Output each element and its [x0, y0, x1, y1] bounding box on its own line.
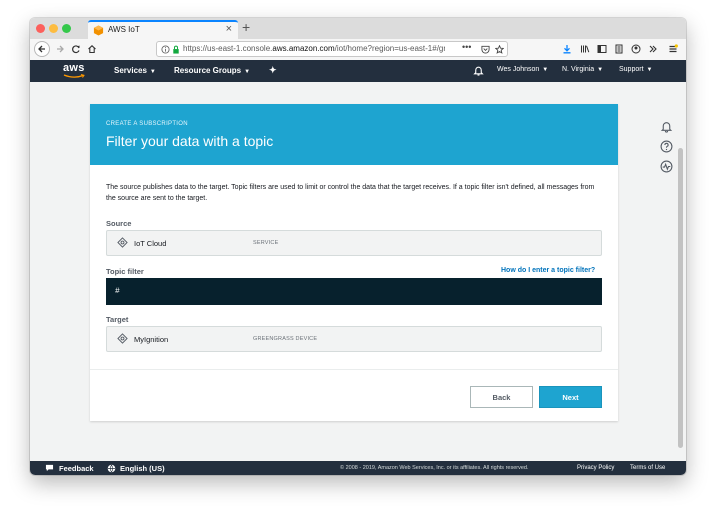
tab-close-icon[interactable]: ×: [226, 23, 232, 35]
address-bar[interactable]: https://us-east-1.console.aws.amazon.com…: [156, 41, 508, 57]
services-menu[interactable]: Services ▼: [114, 66, 156, 75]
aws-smile-icon: [63, 74, 85, 78]
account-icon[interactable]: [629, 42, 643, 56]
support-menu[interactable]: Support ▼: [619, 66, 652, 73]
back-button[interactable]: Back: [470, 386, 533, 408]
description-text: The source publishes data to the target.…: [106, 184, 595, 202]
bookmark-star-icon[interactable]: [495, 45, 504, 54]
aws-logo[interactable]: aws: [63, 62, 85, 78]
privacy-policy-link[interactable]: Privacy Policy: [577, 465, 614, 471]
region-menu[interactable]: N. Virginia ▼: [562, 66, 603, 73]
download-icon[interactable]: [560, 42, 574, 56]
page-title: Filter your data with a topic: [106, 133, 274, 149]
copyright-text: © 2008 - 2019, Amazon Web Services, Inc.…: [340, 465, 529, 471]
source-field[interactable]: IoT Cloud SERVICE: [106, 230, 602, 256]
greengrass-device-icon: [117, 333, 128, 344]
create-subscription-panel: CREATE A SUBSCRIPTION Filter your data w…: [90, 104, 618, 421]
resource-groups-menu[interactable]: Resource Groups ▼: [174, 66, 250, 75]
cloud-service-icon: [117, 237, 128, 248]
reload-icon[interactable]: [68, 41, 84, 57]
language-selector[interactable]: English (US): [120, 464, 165, 473]
browser-toolbar: https://us-east-1.console.aws.amazon.com…: [30, 39, 686, 61]
header-eyebrow: CREATE A SUBSCRIPTION: [106, 121, 188, 127]
help-icon[interactable]: [660, 140, 673, 153]
pocket-icon[interactable]: [481, 45, 490, 54]
main-content: CREATE A SUBSCRIPTION Filter your data w…: [30, 82, 686, 461]
target-field[interactable]: MyIgnition GREENGRASS DEVICE: [106, 326, 602, 352]
console-footer: Feedback English (US) © 2008 - 2019, Ama…: [30, 461, 686, 475]
topic-filter-help-link[interactable]: How do I enter a topic filter?: [501, 267, 595, 274]
tab-title: AWS IoT: [108, 25, 140, 34]
reader-list-icon[interactable]: [612, 42, 626, 56]
chevron-down-icon: ▼: [149, 69, 156, 75]
source-type: SERVICE: [253, 240, 279, 246]
terms-of-use-link[interactable]: Terms of Use: [630, 465, 665, 471]
new-tab-icon[interactable]: +: [242, 19, 250, 35]
scrollbar[interactable]: [678, 148, 683, 448]
close-window-icon[interactable]: [36, 24, 45, 33]
feedback-link[interactable]: Feedback: [59, 464, 94, 473]
menu-icon[interactable]: [666, 42, 680, 56]
overflow-chevron-icon[interactable]: [646, 42, 660, 56]
activity-icon[interactable]: [660, 160, 673, 173]
browser-window: AWS IoT × + https://us-east-1.console.aw…: [30, 18, 686, 475]
url-text: https://us-east-1.console.aws.amazon.com…: [183, 44, 445, 53]
chevron-down-icon: ▼: [244, 69, 251, 75]
target-type: GREENGRASS DEVICE: [253, 336, 318, 342]
panel-divider: [90, 369, 618, 370]
source-name: IoT Cloud: [134, 239, 167, 248]
lock-icon[interactable]: [172, 45, 180, 54]
sidebar-icon[interactable]: [595, 42, 609, 56]
library-icon[interactable]: [578, 42, 592, 56]
back-icon[interactable]: [34, 41, 50, 57]
tab-bar: AWS IoT × +: [30, 18, 686, 39]
chevron-down-icon: ▼: [597, 67, 604, 73]
panel-header: CREATE A SUBSCRIPTION Filter your data w…: [90, 104, 618, 165]
topic-filter-input[interactable]: #: [106, 278, 602, 305]
home-icon[interactable]: [84, 41, 100, 57]
chevron-down-icon: ▼: [646, 67, 653, 73]
minimize-window-icon[interactable]: [49, 24, 58, 33]
next-button[interactable]: Next: [539, 386, 602, 408]
source-label: Source: [106, 219, 132, 228]
pin-icon[interactable]: ✦: [269, 65, 277, 76]
target-label: Target: [106, 315, 129, 324]
globe-icon[interactable]: [107, 464, 116, 473]
notifications-side-icon[interactable]: [660, 120, 673, 133]
chevron-down-icon: ▼: [542, 67, 549, 73]
target-name: MyIgnition: [134, 335, 169, 344]
aws-console-nav: aws Services ▼ Resource Groups ▼ ✦ Wes Joh…: [30, 60, 686, 82]
page-actions-icon[interactable]: •••: [462, 42, 471, 52]
topic-filter-label: Topic filter: [106, 267, 144, 276]
tab-aws-iot[interactable]: AWS IoT ×: [88, 20, 238, 39]
notifications-bell-icon[interactable]: [473, 65, 484, 76]
maximize-window-icon[interactable]: [62, 24, 71, 33]
feedback-icon[interactable]: [45, 464, 54, 472]
aws-iot-favicon-icon: [93, 25, 104, 36]
forward-icon[interactable]: [52, 41, 68, 57]
info-icon[interactable]: [161, 45, 170, 54]
user-menu[interactable]: Wes Johnson ▼: [497, 66, 548, 73]
